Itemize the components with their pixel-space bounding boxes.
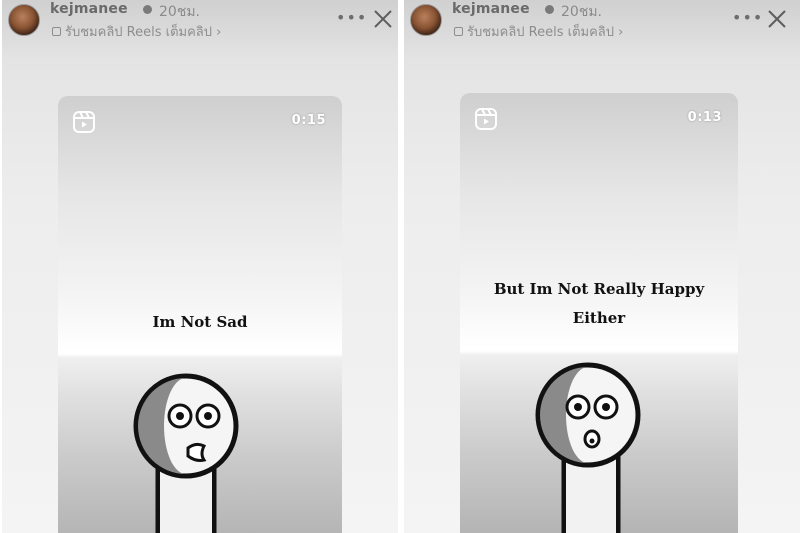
watch-full-reel-link[interactable]: รับชมคลิป Reels เต็มคลิป › xyxy=(52,21,221,42)
verified-badge-icon xyxy=(545,5,554,14)
close-icon[interactable] xyxy=(766,8,788,30)
watch-full-reel-label: รับชมคลิป Reels เต็มคลิป › xyxy=(467,25,624,40)
story-header: kejmanee 20ชม. รับชมคลิป Reels เต็มคลิป … xyxy=(404,0,800,42)
subtitle-clip-icon xyxy=(52,27,61,36)
story-header: kejmanee 20ชม. รับชมคลิป Reels เต็มคลิป … xyxy=(2,0,398,42)
story-panel-right: kejmanee 20ชม. รับชมคลิป Reels เต็มคลิป … xyxy=(404,0,800,533)
reel-card[interactable]: 0:15 Im Not Sad xyxy=(58,96,342,533)
cartoon-figure xyxy=(535,362,641,533)
watch-full-reel-link[interactable]: รับชมคลิป Reels เต็มคลิป › xyxy=(454,21,623,42)
avatar[interactable] xyxy=(410,4,442,36)
username[interactable]: kejmanee xyxy=(452,1,530,17)
time-ago: 20ชม. xyxy=(561,4,602,20)
close-icon[interactable] xyxy=(372,8,394,30)
time-ago: 20ชม. xyxy=(159,4,200,20)
watch-full-reel-label: รับชมคลิป Reels เต็มคลิป › xyxy=(65,25,222,40)
more-icon[interactable]: ••• xyxy=(336,10,367,26)
cartoon-figure xyxy=(133,373,239,533)
verified-badge-icon xyxy=(143,5,152,14)
story-panel-left: kejmanee 20ชม. รับชมคลิป Reels เต็มคลิป … xyxy=(2,0,398,533)
subtitle-clip-icon xyxy=(454,27,463,36)
username[interactable]: kejmanee xyxy=(50,1,128,17)
reel-card[interactable]: 0:13 But Im Not Really Happy Either xyxy=(460,93,738,533)
avatar[interactable] xyxy=(8,4,40,36)
more-icon[interactable]: ••• xyxy=(732,10,763,26)
